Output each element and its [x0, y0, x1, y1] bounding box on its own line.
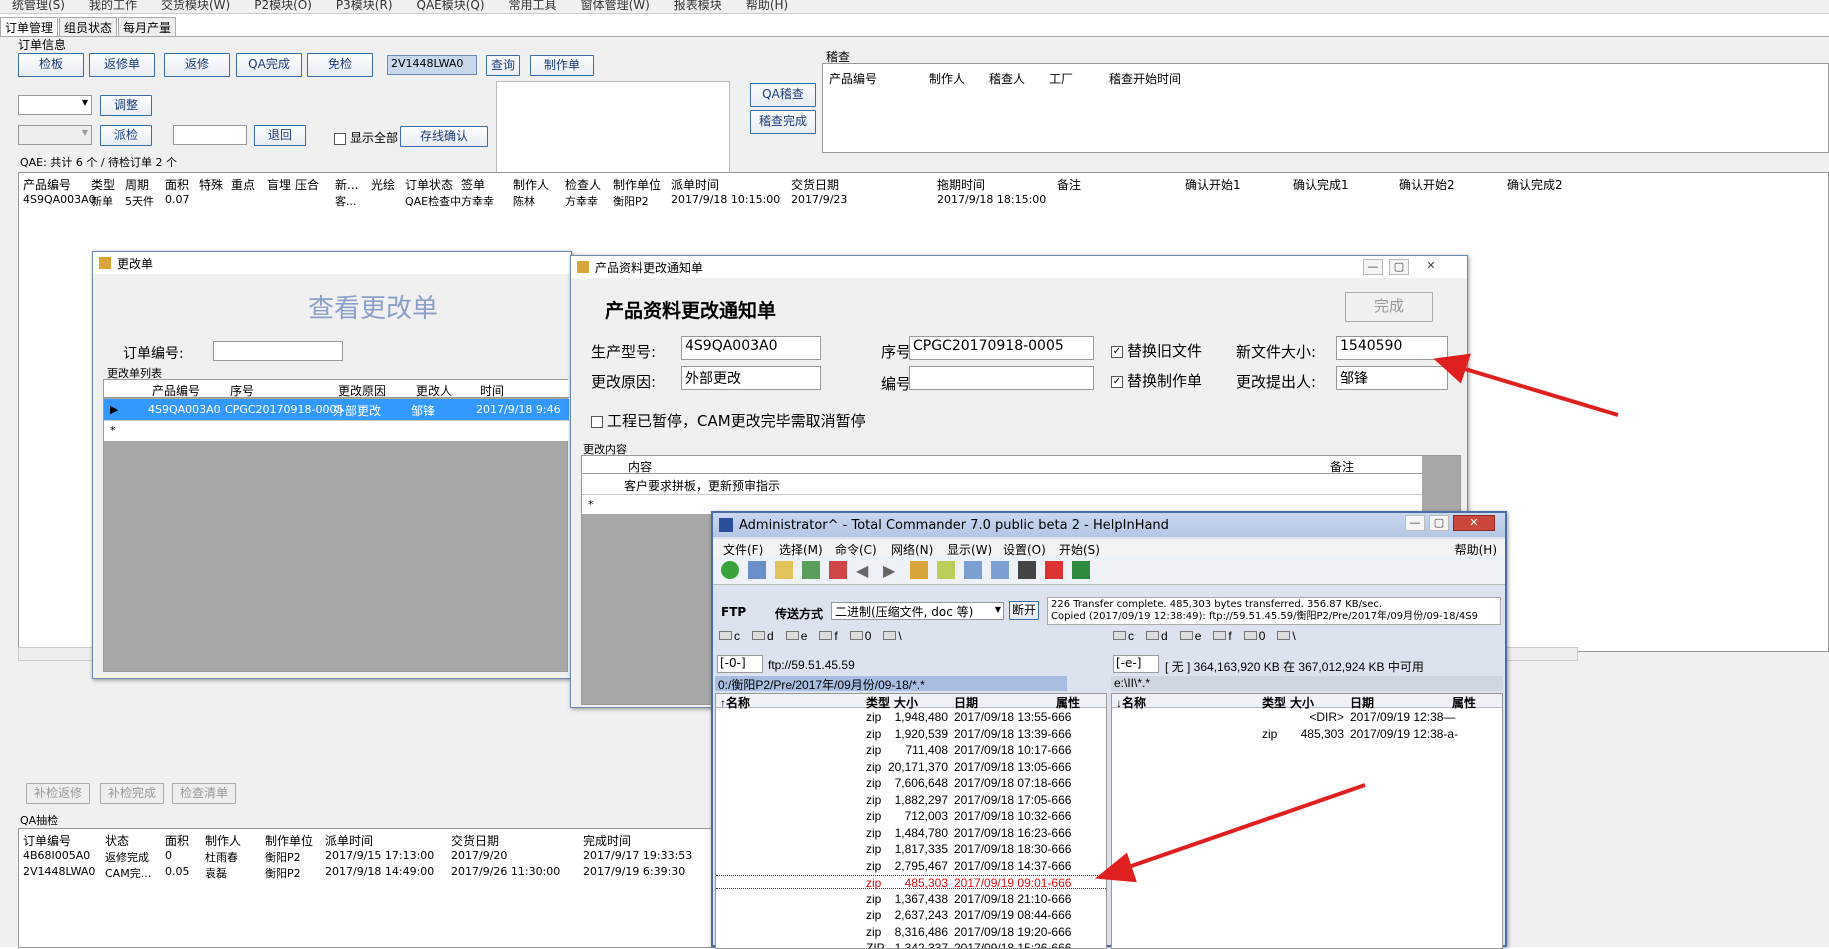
arrow-head-2 — [1094, 852, 1137, 883]
arrow-head-1 — [1433, 353, 1471, 384]
arrow-to-file — [1119, 783, 1366, 872]
annotation-arrows — [1094, 353, 1619, 883]
arrow-to-file-size — [1454, 364, 1619, 417]
